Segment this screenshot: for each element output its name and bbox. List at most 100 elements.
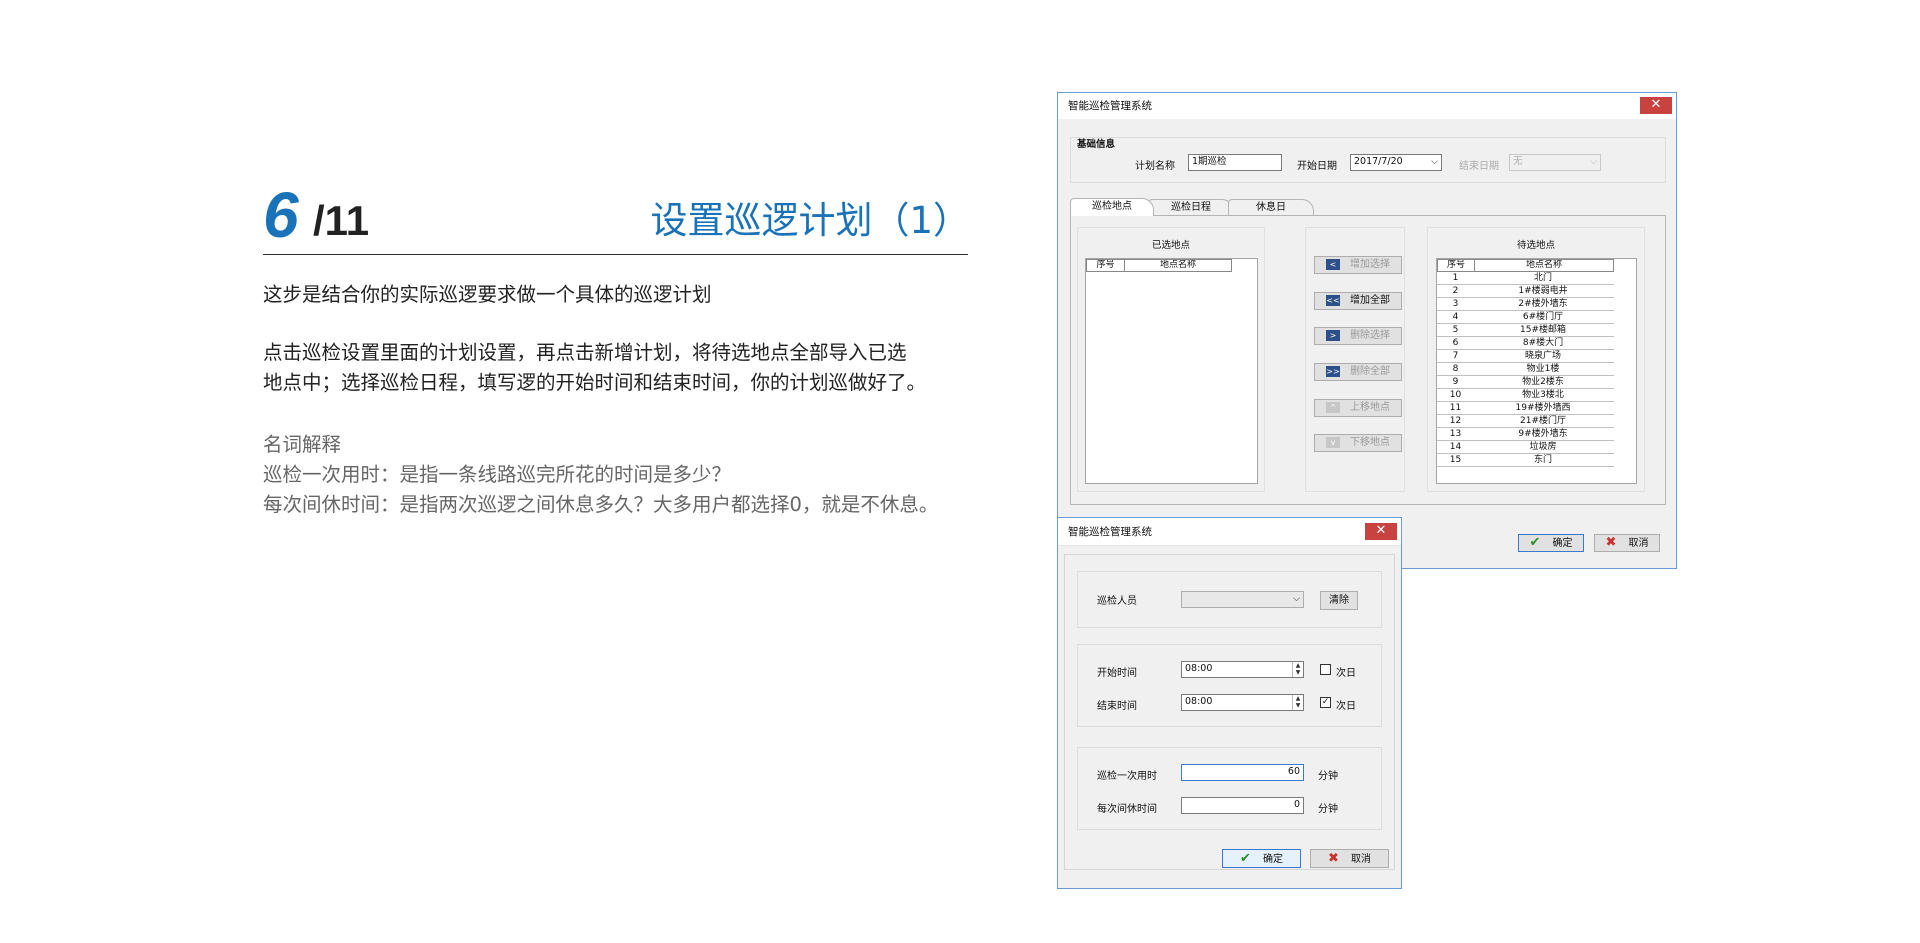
end-time-label: 结束时间	[1097, 701, 1137, 712]
spinner[interactable]: ▲ ▼	[1292, 662, 1303, 677]
inspector-group: 巡检人员 ⌵ 清除	[1077, 571, 1382, 628]
col-no-header: 序号	[1438, 260, 1475, 271]
plan-name-input[interactable]: 1期巡检	[1188, 154, 1282, 171]
candidate-row[interactable]: 4 6#楼门厅	[1437, 311, 1614, 324]
glossary-item-duration: 巡检一次用时：是指一条线路巡完所花的时间是多少？	[263, 463, 732, 486]
candidate-no: 8	[1452, 364, 1459, 374]
end-next-day-checkbox[interactable]: ✓	[1320, 697, 1331, 708]
schedule-ok-button[interactable]: ✔ 确定	[1222, 849, 1301, 868]
end-next-day-label: 次日	[1336, 701, 1356, 712]
start-time-label: 开始时间	[1097, 668, 1137, 679]
plan-cancel-button[interactable]: ✖ 取消	[1594, 534, 1660, 552]
schedule-window-titlebar: 智能巡检管理系统 ✕	[1058, 518, 1401, 546]
selected-panel: 已选地点 序号 地点名称	[1077, 227, 1265, 492]
spin-down-icon: ▼	[1295, 669, 1301, 676]
selected-list[interactable]: 序号 地点名称	[1085, 258, 1258, 484]
clear-button[interactable]: 清除	[1320, 591, 1358, 610]
tab-rest-days[interactable]: 休息日	[1228, 199, 1314, 216]
candidate-row[interactable]: 6 8#楼大门	[1437, 337, 1614, 350]
move-up-label: 上移地点	[1350, 402, 1390, 413]
tab-schedule[interactable]: 巡检日程	[1148, 199, 1234, 216]
candidate-name: 19#楼外墙西	[1515, 403, 1571, 413]
candidate-name: 晓泉广场	[1524, 351, 1561, 361]
plan-name-label: 计划名称	[1135, 161, 1175, 172]
end-date-label: 结束日期	[1459, 161, 1499, 172]
end-time-value: 08:00	[1185, 696, 1213, 707]
candidate-row[interactable]: 12 21#楼门厅	[1437, 415, 1614, 428]
chevron-down-icon: ⌵	[1293, 594, 1300, 604]
plan-ok-button[interactable]: ✔ 确定	[1518, 534, 1584, 552]
add-selected-button[interactable]: < 增加选择	[1314, 256, 1402, 274]
check-icon: ✓	[1321, 697, 1330, 707]
tab-locations[interactable]: 巡检地点	[1070, 198, 1154, 216]
basic-info-label: 基础信息	[1077, 139, 1116, 150]
chevron-down-icon: ⌵	[1431, 157, 1438, 167]
candidate-name: 6#楼门厅	[1522, 312, 1564, 322]
candidate-grid-header: 序号 地点名称	[1437, 259, 1614, 272]
intro-text: 这步是结合你的实际巡逻要求做一个具体的巡逻计划	[263, 283, 712, 306]
candidate-name: 垃圾房	[1529, 442, 1557, 452]
candidate-row[interactable]: 7 晓泉广场	[1437, 350, 1614, 363]
end-date-value: 无	[1513, 156, 1523, 167]
add-all-button[interactable]: << 增加全部	[1314, 292, 1402, 310]
candidate-row[interactable]: 5 15#楼邮箱	[1437, 324, 1614, 337]
candidate-row[interactable]: 8 物业1楼	[1437, 363, 1614, 376]
close-icon: ✖	[1605, 535, 1617, 550]
candidate-row[interactable]: 9 物业2楼东	[1437, 376, 1614, 389]
candidate-row[interactable]: 10 物业3楼北	[1437, 389, 1614, 402]
candidate-name: 15#楼邮箱	[1520, 325, 1566, 335]
schedule-window: 智能巡检管理系统 ✕ 巡检人员 ⌵ 清除 开始时间 08:00 ▲ ▼ 次日 结束…	[1057, 517, 1402, 889]
duration-input[interactable]: 60	[1181, 764, 1304, 781]
remove-selected-button[interactable]: > 删除选择	[1314, 327, 1402, 345]
rest-input[interactable]: 0	[1181, 797, 1304, 814]
remove-all-button[interactable]: >> 删除全部	[1314, 363, 1402, 381]
candidate-list[interactable]: 序号 地点名称 1 北门 2 1#楼弱电井 3 2#楼外墙东 4 6#楼门厅 5 15#楼邮箱 6 8…	[1436, 258, 1637, 484]
candidate-row[interactable]: 13 9#楼外墙东	[1437, 428, 1614, 441]
candidate-row[interactable]: 1 北门	[1437, 272, 1614, 285]
close-icon[interactable]: ✕	[1365, 523, 1397, 540]
plan-window: 智能巡检管理系统 ✕ 基础信息 计划名称 1期巡检 开始日期 2017/7/20…	[1057, 92, 1677, 569]
page-total: /11	[313, 197, 370, 244]
candidate-no: 14	[1449, 442, 1462, 452]
candidate-no: 4	[1452, 312, 1459, 322]
duration-group: 巡检一次用时 60 分钟 每次间休时间 0 分钟	[1077, 747, 1382, 830]
transfer-buttons-panel: < 增加选择 << 增加全部 > 删除选择 >> 删除全部 ^ 上移地点 v 下移地点	[1305, 227, 1405, 492]
schedule-window-title: 智能巡检管理系统	[1068, 526, 1152, 538]
page-number: 6	[263, 179, 299, 251]
schedule-cancel-label: 取消	[1350, 854, 1371, 865]
start-time-input[interactable]: 08:00 ▲ ▼	[1181, 661, 1304, 678]
duration-unit: 分钟	[1318, 771, 1338, 782]
candidate-row[interactable]: 14 垃圾房	[1437, 441, 1614, 454]
selected-title: 已选地点	[1151, 240, 1190, 251]
duration-label: 巡检一次用时	[1097, 771, 1157, 782]
start-next-day-checkbox[interactable]	[1320, 664, 1331, 675]
inspector-label: 巡检人员	[1097, 596, 1137, 607]
close-icon[interactable]: ✕	[1640, 97, 1672, 114]
move-down-label: 下移地点	[1350, 437, 1390, 448]
inspector-select[interactable]: ⌵	[1181, 591, 1304, 608]
candidate-row[interactable]: 2 1#楼弱电井	[1437, 285, 1614, 298]
candidate-no: 13	[1449, 429, 1462, 439]
rest-unit: 分钟	[1318, 804, 1338, 815]
start-date-picker[interactable]: 2017/7/20 ⌵	[1350, 154, 1442, 171]
check-icon: ✔	[1240, 851, 1251, 866]
candidate-row[interactable]: 11 19#楼外墙西	[1437, 402, 1614, 415]
step-text-line2: 地点中；选择巡检日程，填写逻的开始时间和结束时间，你的计划巡做好了。	[263, 371, 927, 394]
candidate-name: 北门	[1533, 273, 1552, 283]
end-time-input[interactable]: 08:00 ▲ ▼	[1181, 694, 1304, 711]
candidate-name: 物业2楼东	[1522, 377, 1564, 387]
candidate-no: 9	[1452, 377, 1459, 387]
glossary-title: 名词解释	[263, 433, 342, 456]
remove-all-label: 删除全部	[1350, 366, 1390, 377]
candidate-row[interactable]: 15 东门	[1437, 454, 1614, 467]
schedule-cancel-button[interactable]: ✖ 取消	[1310, 849, 1389, 868]
candidate-row[interactable]: 3 2#楼外墙东	[1437, 298, 1614, 311]
candidate-name: 物业3楼北	[1522, 390, 1564, 400]
slide-title: 设置巡逻计划（1）	[650, 199, 970, 242]
start-date-value: 2017/7/20	[1354, 156, 1403, 167]
step-text-line1: 点击巡检设置里面的计划设置，再点击新增计划，将待选地点全部导入已选	[263, 341, 907, 364]
move-down-button[interactable]: v 下移地点	[1314, 434, 1402, 452]
move-up-button[interactable]: ^ 上移地点	[1314, 399, 1402, 417]
candidate-name: 9#楼外墙东	[1518, 429, 1568, 439]
spinner[interactable]: ▲ ▼	[1292, 695, 1303, 710]
